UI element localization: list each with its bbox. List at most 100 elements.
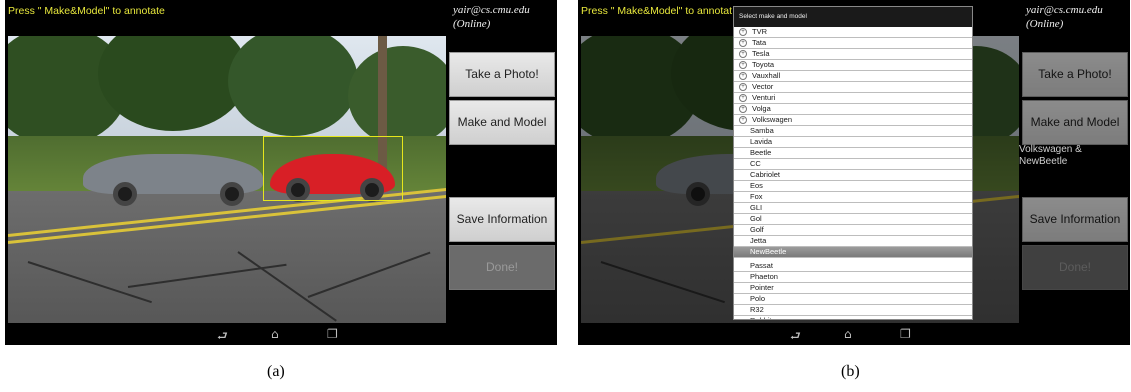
camera-photo[interactable] [8,36,446,323]
model-label: Jetta [750,236,767,245]
brand-label: Tata [752,38,767,47]
account-email: yair@cs.cmu.edu [1026,4,1103,16]
top-bar: Press " Make&Model" to annotate yair@cs.… [5,0,557,36]
brand-label: Volkswagen [752,115,793,124]
take-photo-button[interactable]: Take a Photo! [449,52,555,97]
home-icon[interactable]: ⌂ [844,327,852,341]
model-list-item[interactable]: Lavida [734,137,972,148]
model-list-item[interactable]: Jetta [734,236,972,247]
expand-icon: + [739,50,747,58]
brand-list-item[interactable]: + Toyota [734,60,972,71]
android-nav-bar: ⮐ ⌂ ❐ [5,323,557,345]
brand-label: Toyota [752,60,775,69]
caption-b: (b) [841,363,860,380]
selected-make-model: Volkswagen & NewBeetle [1019,144,1129,168]
caption-a: (a) [267,363,285,380]
app-screen-a: Press " Make&Model" to annotate yair@cs.… [5,0,557,345]
take-photo-button[interactable]: Take a Photo! [1022,52,1128,97]
done-button[interactable]: Done! [449,245,555,290]
account-email: yair@cs.cmu.edu [453,4,530,16]
recent-apps-icon[interactable]: ❐ [327,327,338,341]
make-model-button[interactable]: Make and Model [449,100,555,145]
model-list-item[interactable]: GLI [734,203,972,214]
annotation-bounding-box[interactable] [263,136,403,201]
online-status: (Online) [453,18,491,30]
brand-label: Tesla [752,49,770,58]
account-status: yair@cs.cmu.edu (Online) [1026,3,1126,31]
model-list-item[interactable]: CC [734,159,972,170]
dialog-title: Select make and model [734,7,972,27]
model-label: Polo [750,294,766,303]
model-list-item[interactable]: Gol [734,214,972,225]
model-label: R32 [750,305,764,314]
wheel [220,182,244,206]
brand-label: Venturi [752,93,776,102]
model-list-item[interactable]: Eos [734,181,972,192]
model-label: NewBeetle [750,247,787,256]
model-label: Golf [750,225,764,234]
brand-list-item[interactable]: + TVR [734,27,972,38]
make-model-list[interactable]: + TVR + Tata + Tesla + Toyota + Vauxhall + Vector + V… [734,27,972,319]
model-list-item[interactable]: R32 [734,305,972,316]
brand-list-item[interactable]: + Tesla [734,49,972,60]
home-icon[interactable]: ⌂ [271,327,279,341]
app-screen-b: Press " Make&Model" to annotat yair@cs.c… [578,0,1130,345]
model-label: Samba [750,126,774,135]
model-list-item[interactable]: Pointer [734,283,972,294]
expand-icon: + [739,116,747,124]
expand-icon: + [739,83,747,91]
model-label: Pointer [750,283,774,292]
model-label: Eos [750,181,763,190]
action-sidebar: Take a Photo! Make and Model Save Inform… [446,36,557,323]
model-list-item[interactable]: Polo [734,294,972,305]
brand-list-item[interactable]: + Vector [734,82,972,93]
done-button[interactable]: Done! [1022,245,1128,290]
expand-icon: + [739,105,747,113]
model-list-item[interactable]: Fox [734,192,972,203]
selected-model: NewBeetle [1019,156,1068,167]
model-list-item[interactable]: Cabriolet [734,170,972,181]
brand-list-item[interactable]: + Vauxhall [734,71,972,82]
save-information-button[interactable]: Save Information [449,197,555,242]
model-label: Rabbit [750,316,772,319]
back-icon[interactable]: ⮐ [790,327,801,345]
brand-label: Vauxhall [752,71,781,80]
brand-label: Volga [752,104,771,113]
selected-make: Volkswagen & [1019,144,1082,155]
annotate-hint: Press " Make&Model" to annotate [8,5,165,17]
expand-icon: + [739,28,747,36]
model-list-item[interactable]: Rabbit [734,316,972,319]
recent-apps-icon[interactable]: ❐ [900,327,911,341]
model-list-item-selected[interactable]: NewBeetle [734,247,972,258]
brand-list-item[interactable]: + Tata [734,38,972,49]
brand-list-item[interactable]: + Venturi [734,93,972,104]
android-nav-bar: ⮐ ⌂ ❐ [578,323,1130,345]
back-icon[interactable]: ⮐ [217,327,228,345]
expand-icon: + [739,72,747,80]
model-label: GLI [750,203,763,212]
online-status: (Online) [1026,18,1064,30]
brand-list-item[interactable]: + Volkswagen [734,115,972,126]
model-list-item[interactable]: Phaeton [734,272,972,283]
brand-label: TVR [752,27,767,36]
save-information-button[interactable]: Save Information [1022,197,1128,242]
brand-list-item[interactable]: + Volga [734,104,972,115]
make-model-button[interactable]: Make and Model [1022,100,1128,145]
model-label: Fox [750,192,763,201]
model-list-item[interactable]: Samba [734,126,972,137]
model-list-item[interactable]: Golf [734,225,972,236]
model-label: Lavida [750,137,773,146]
expand-icon: + [739,94,747,102]
account-status: yair@cs.cmu.edu (Online) [453,3,553,31]
annotate-hint: Press " Make&Model" to annotat [581,5,733,17]
expand-icon: + [739,39,747,47]
model-label: Passat [750,261,773,270]
model-label: Beetle [750,148,772,157]
action-sidebar: Take a Photo! Make and Model Volkswagen … [1019,36,1130,323]
make-model-dialog: Select make and model + TVR + Tata + Tesla + To… [733,6,973,320]
model-list-item[interactable]: Passat [734,261,972,272]
model-label: Gol [750,214,762,223]
expand-icon: + [739,61,747,69]
model-list-item[interactable]: Beetle [734,148,972,159]
brand-label: Vector [752,82,774,91]
